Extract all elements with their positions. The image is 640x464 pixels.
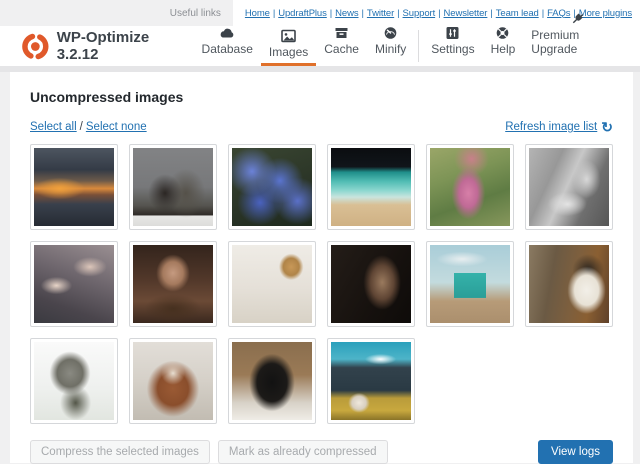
- speedometer-icon: [383, 26, 398, 40]
- thumbnail-brown-cow[interactable]: [133, 342, 213, 420]
- uncompressed-images-panel: Uncompressed images Select all/Select no…: [10, 72, 633, 463]
- tab-label: Minify: [375, 42, 406, 56]
- tab-minify[interactable]: Minify: [367, 26, 414, 66]
- selection-controls: Select all/Select none Refresh image lis…: [30, 120, 613, 134]
- image-cell[interactable]: [426, 241, 514, 327]
- topbar-link-home[interactable]: Home: [245, 8, 270, 19]
- tab-settings[interactable]: Settings: [423, 26, 482, 66]
- refresh-image-list-link[interactable]: Refresh image list: [505, 121, 597, 133]
- nav-tabs: Database Images Cache Minify Settings He…: [194, 26, 640, 66]
- select-all-link[interactable]: Select all: [30, 121, 77, 133]
- select-none-link[interactable]: Select none: [86, 121, 147, 133]
- tab-label: Settings: [431, 42, 474, 56]
- topbar-link-news[interactable]: News: [335, 8, 358, 19]
- image-cell[interactable]: [129, 144, 217, 230]
- image-cell[interactable]: [30, 144, 118, 230]
- image-cell[interactable]: [426, 144, 514, 230]
- thumbnail-blue-flowers[interactable]: [232, 148, 312, 226]
- image-cell[interactable]: [525, 241, 613, 327]
- archive-icon: [334, 26, 349, 40]
- image-cell[interactable]: [327, 338, 415, 424]
- topbar-link-support[interactable]: Support: [403, 8, 436, 19]
- thumbnail-mountain-sunset[interactable]: [34, 148, 114, 226]
- image-cell[interactable]: [30, 241, 118, 327]
- image-cell[interactable]: [327, 144, 415, 230]
- tab-label: Database: [202, 42, 253, 56]
- thumbnail-girl-with-books[interactable]: [133, 245, 213, 323]
- thumbnail-llama-mountain[interactable]: [331, 342, 411, 420]
- image-cell[interactable]: [30, 338, 118, 424]
- image-cell[interactable]: [228, 144, 316, 230]
- slash-separator: /: [80, 121, 83, 133]
- link-separator: |: [397, 8, 399, 19]
- tab-help[interactable]: Help: [483, 26, 524, 66]
- link-separator: |: [362, 8, 364, 19]
- topbar-link-updraftplus[interactable]: UpdraftPlus: [278, 8, 327, 19]
- image-cell[interactable]: [525, 144, 613, 230]
- image-cell[interactable]: [228, 241, 316, 327]
- settings-icon: [445, 26, 460, 40]
- link-separator: |: [273, 8, 275, 19]
- thumbnail-bearded-man-portrait[interactable]: [331, 245, 411, 323]
- image-grid: [30, 144, 613, 424]
- thumbnail-ocean-wave-beach[interactable]: [331, 148, 411, 226]
- brand: WP-Optimize 3.2.12: [22, 29, 194, 63]
- action-buttons-row: Compress the selected images Mark as alr…: [30, 440, 613, 464]
- thumbnail-teddy-bear-blanket[interactable]: [232, 245, 312, 323]
- tab-label: Images: [269, 45, 308, 59]
- topbar-link-twitter[interactable]: Twitter: [367, 8, 394, 19]
- topbar-link-newsletter[interactable]: Newsletter: [444, 8, 488, 19]
- plugin-title: WP-Optimize 3.2.12: [57, 29, 194, 63]
- thumbnail-lifeguard-tower-beach[interactable]: [430, 245, 510, 323]
- tab-cache[interactable]: Cache: [316, 26, 367, 66]
- compress-selected-button[interactable]: Compress the selected images: [30, 440, 210, 464]
- tab-label: Help: [491, 42, 516, 56]
- images-icon: [281, 29, 296, 43]
- cloud-icon: [219, 26, 235, 40]
- tab-database[interactable]: Database: [194, 26, 261, 66]
- link-separator: |: [490, 8, 492, 19]
- nav-separator: [418, 30, 419, 62]
- tab-label: Premium Upgrade: [531, 28, 624, 56]
- thumbnail-bw-person-reading[interactable]: [529, 148, 609, 226]
- tab-images[interactable]: Images: [261, 29, 316, 66]
- tab-premium-upgrade[interactable]: Premium Upgrade: [523, 12, 632, 66]
- refresh-controls: Refresh image list ↻: [505, 120, 613, 134]
- thumbnail-black-dog-snow[interactable]: [232, 342, 312, 420]
- page-title: Uncompressed images: [30, 89, 613, 105]
- thumbnail-moody-clouds[interactable]: [34, 245, 114, 323]
- link-separator: |: [330, 8, 332, 19]
- lifebuoy-icon: [495, 26, 510, 40]
- wp-optimize-logo-icon: [22, 33, 49, 60]
- useful-links-label: Useful links: [170, 8, 221, 19]
- image-cell[interactable]: [327, 241, 415, 327]
- plug-icon: [570, 12, 585, 26]
- view-logs-button[interactable]: View logs: [538, 440, 613, 464]
- refresh-icon[interactable]: ↻: [601, 120, 613, 134]
- thumbnail-tabby-cat-face[interactable]: [34, 342, 114, 420]
- image-cell[interactable]: [129, 241, 217, 327]
- select-links: Select all/Select none: [30, 121, 147, 133]
- plugin-header: WP-Optimize 3.2.12 Database Images Cache…: [0, 26, 640, 66]
- mark-compressed-button[interactable]: Mark as already compressed: [218, 440, 388, 464]
- link-separator: |: [438, 8, 440, 19]
- tab-label: Cache: [324, 42, 359, 56]
- thumbnail-calico-cat-wood[interactable]: [529, 245, 609, 323]
- image-cell[interactable]: [228, 338, 316, 424]
- image-cell[interactable]: [129, 338, 217, 424]
- thumbnail-two-people-laptop[interactable]: [133, 148, 213, 226]
- thumbnail-pink-foxglove[interactable]: [430, 148, 510, 226]
